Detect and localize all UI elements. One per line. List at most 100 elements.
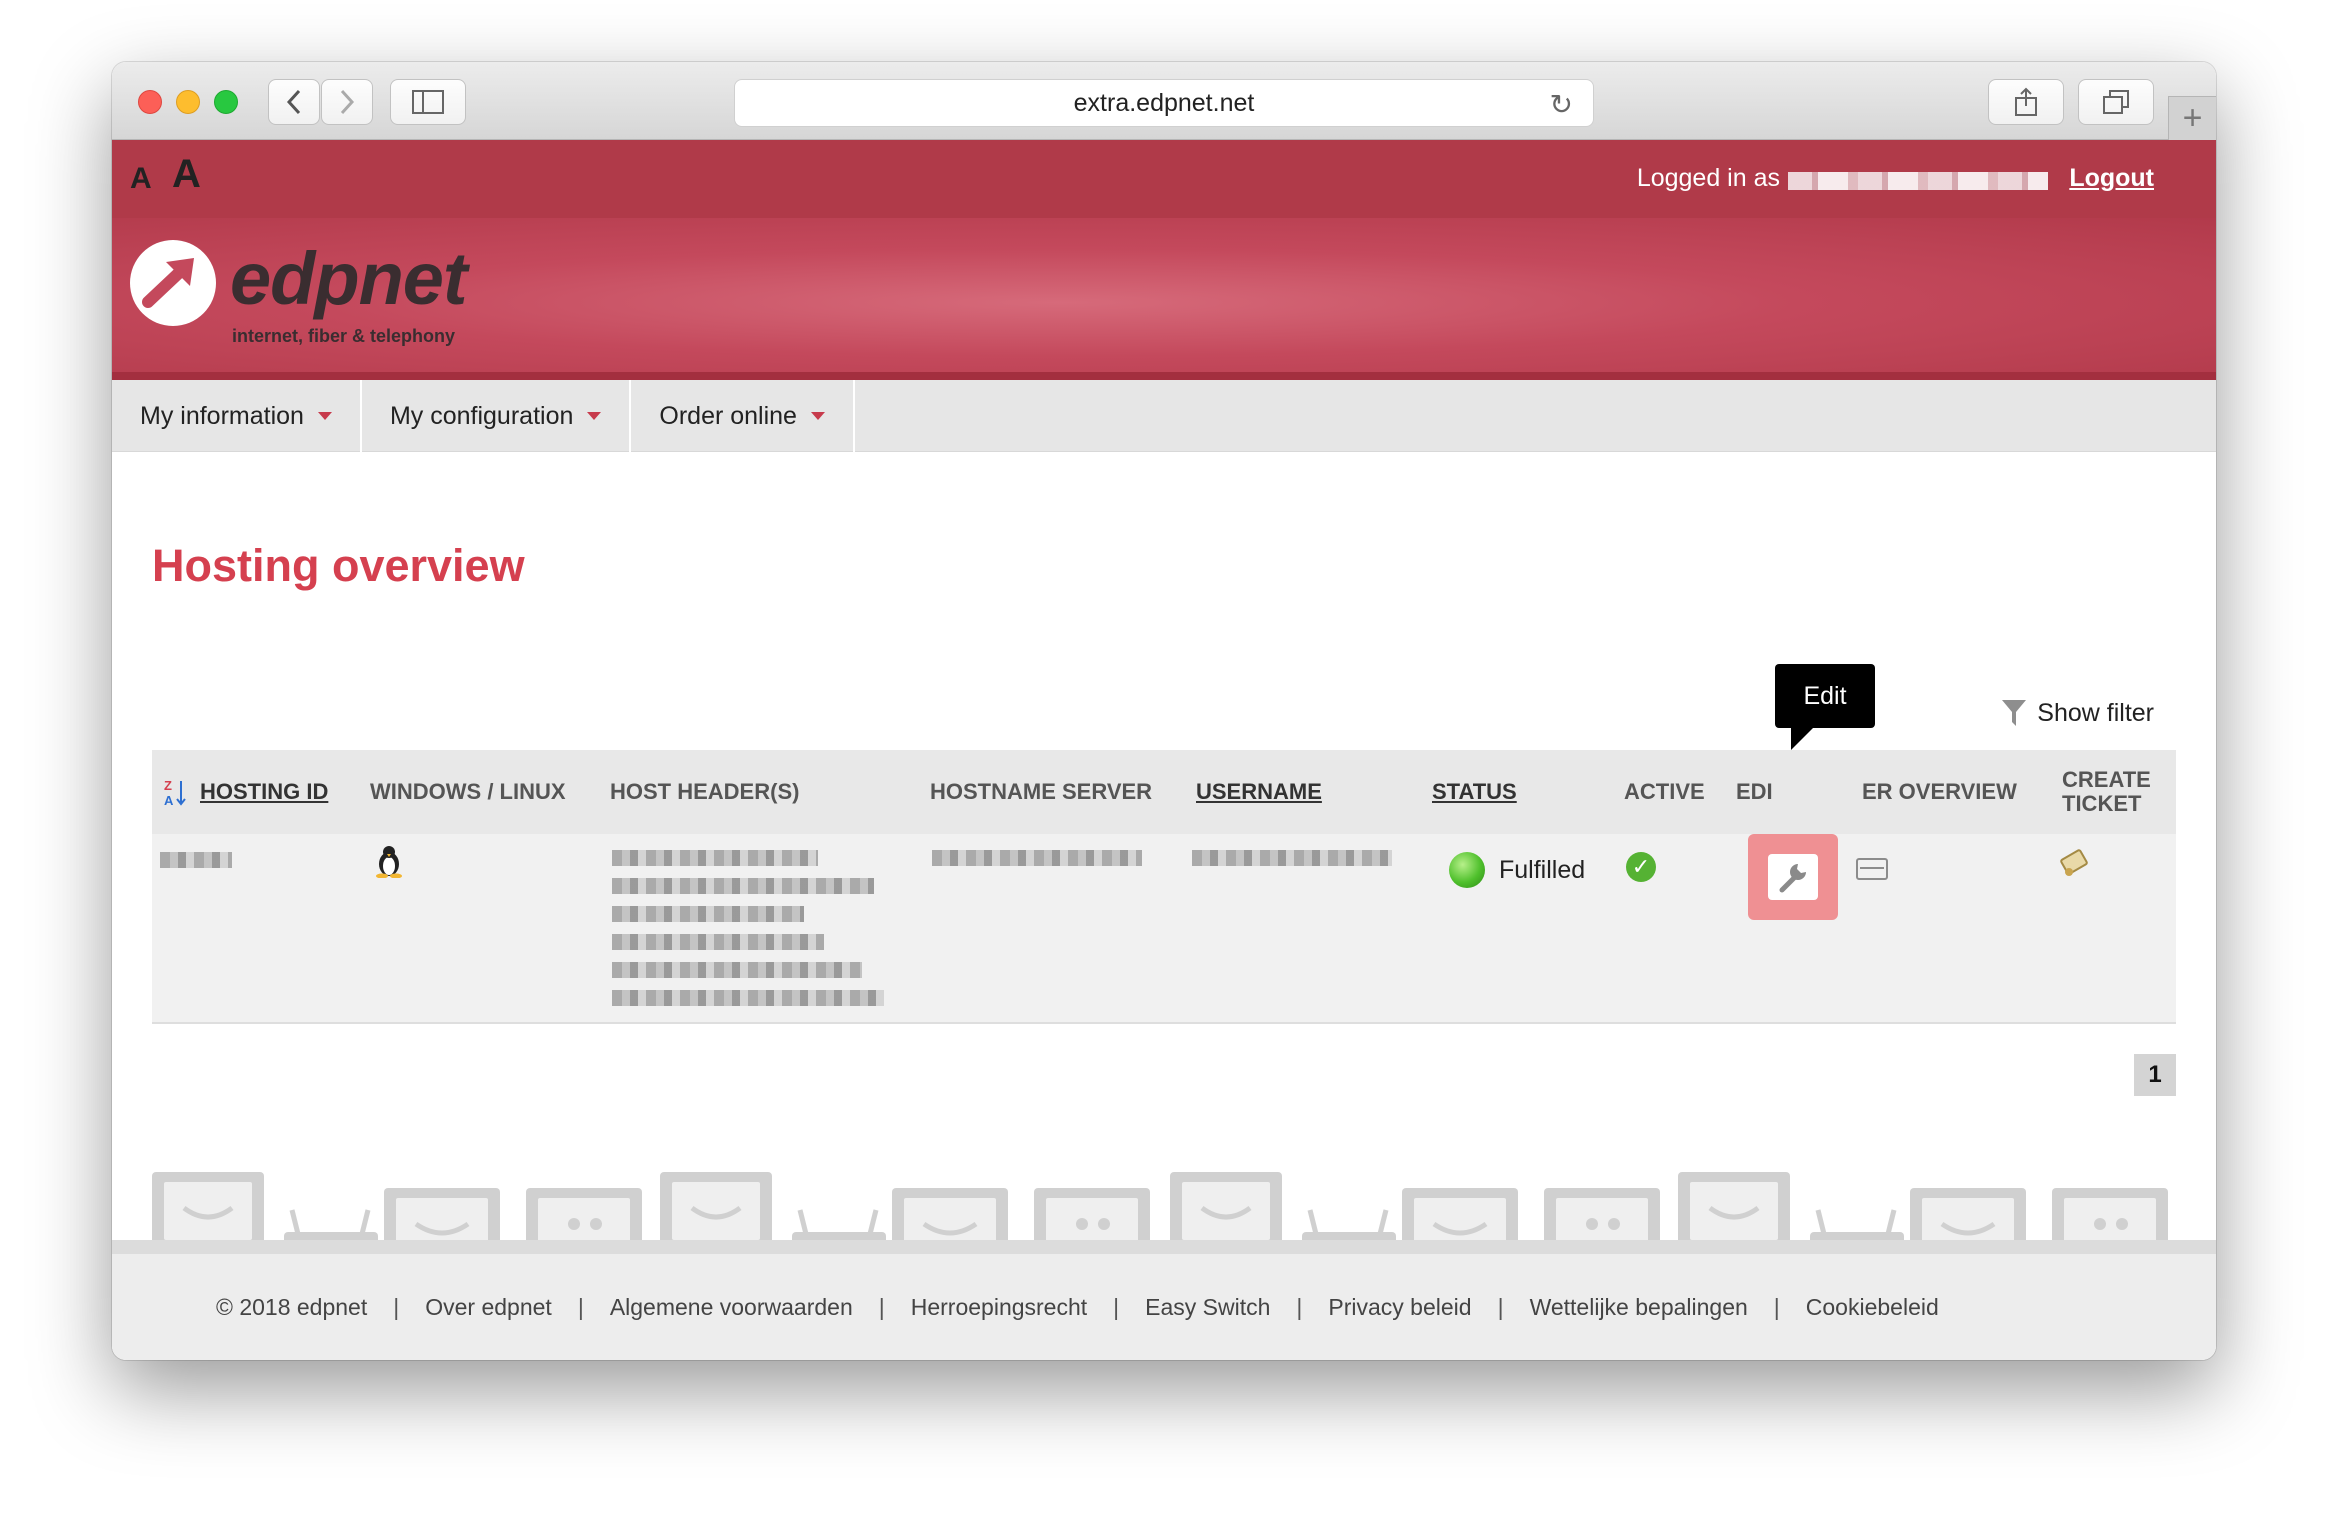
- nav-my-information[interactable]: My information: [112, 380, 362, 452]
- sidebar-icon: [412, 90, 444, 114]
- footer-link-herroepingsrecht[interactable]: Herroepingsrecht: [911, 1294, 1087, 1321]
- chevron-right-icon: [340, 89, 355, 115]
- browser-toolbar: extra.edpnet.net ↻ +: [112, 62, 2216, 140]
- top-bar: A A Logged in as Logout: [112, 140, 2216, 218]
- wrench-icon: [1779, 864, 1806, 893]
- address-bar[interactable]: extra.edpnet.net ↻: [734, 79, 1594, 127]
- sort-az-icon[interactable]: ZA: [164, 750, 186, 834]
- page-title: Hosting overview: [152, 540, 525, 591]
- edpnet-logo-icon: [130, 240, 216, 326]
- hostname-server-redacted: [932, 850, 1142, 866]
- column-header-username[interactable]: USERNAME: [1196, 750, 1322, 834]
- browser-window: extra.edpnet.net ↻ + A A Logged in as Lo…: [112, 62, 2216, 1360]
- back-button[interactable]: [268, 79, 320, 125]
- show-filter-button[interactable]: Show filter: [2001, 698, 2154, 728]
- main-nav: My information My configuration Order on…: [112, 380, 2216, 452]
- status-green-icon: [1449, 852, 1485, 888]
- pagination-page-1[interactable]: 1: [2134, 1054, 2176, 1096]
- brand-logo[interactable]: edpnet: [230, 236, 468, 321]
- footer-link-algemene-voorwaarden[interactable]: Algemene voorwaarden: [610, 1294, 853, 1321]
- header-banner: edpnet internet, fiber & telephony: [112, 218, 2216, 380]
- new-tab-button[interactable]: +: [2168, 96, 2216, 140]
- hosting-table: ZA HOSTING ID WINDOWS / LINUX HOST HEADE…: [152, 750, 2176, 1024]
- decrease-font-button[interactable]: A: [130, 162, 152, 196]
- host-header-redacted: [612, 850, 818, 866]
- host-header-redacted: [612, 962, 862, 978]
- caret-down-icon: [810, 412, 825, 420]
- server-overview-icon[interactable]: [1856, 858, 1888, 880]
- column-header-windows-linux: WINDOWS / LINUX: [370, 779, 566, 804]
- show-filter-label: Show filter: [2037, 698, 2154, 727]
- column-header-active: ACTIVE: [1624, 779, 1705, 804]
- footer-separator: |: [393, 1293, 400, 1320]
- nav-label: My configuration: [389, 401, 574, 430]
- sidebar-toggle-button[interactable]: [390, 79, 466, 125]
- logged-in-username-redacted: [1788, 172, 2048, 190]
- share-icon: [2015, 87, 2037, 116]
- brand-name-part: net: [358, 237, 468, 320]
- footer-link-over-edpnet[interactable]: Over edpnet: [425, 1294, 552, 1321]
- logout-link[interactable]: Logout: [2069, 164, 2154, 193]
- column-header-host-headers: HOST HEADER(S): [610, 779, 800, 804]
- footer-link-wettelijke-bepalingen[interactable]: Wettelijke bepalingen: [1530, 1294, 1748, 1321]
- table-row: Fulfilled ✓: [152, 834, 2176, 1024]
- footer-link-easy-switch[interactable]: Easy Switch: [1145, 1294, 1270, 1321]
- footer-copyright: © 2018 edpnet: [216, 1293, 368, 1320]
- edit-tooltip: Edit: [1775, 664, 1875, 750]
- svg-text:Z: Z: [164, 778, 172, 793]
- footer: © 2018 edpnet | Over edpnet | Algemene v…: [112, 1254, 2216, 1360]
- reload-icon[interactable]: ↻: [1550, 88, 1573, 121]
- column-header-status[interactable]: STATUS: [1432, 750, 1517, 834]
- footer-separator: |: [577, 1293, 584, 1320]
- logged-in-label: Logged in as: [1636, 164, 1780, 192]
- caret-down-icon: [587, 412, 602, 420]
- username-redacted: [1192, 850, 1392, 866]
- share-button[interactable]: [1988, 79, 2064, 125]
- linux-icon: [374, 844, 404, 883]
- column-header-hosting-id[interactable]: HOSTING ID: [200, 750, 328, 834]
- page-content: A A Logged in as Logout edpnet internet,…: [112, 140, 2216, 1360]
- svg-text:A: A: [164, 793, 174, 807]
- host-header-redacted: [612, 990, 884, 1006]
- hosting-id-redacted: [160, 852, 232, 868]
- caret-down-icon: [317, 412, 332, 420]
- column-header-server-overview: ER OVERVIEW: [1862, 779, 2017, 804]
- footer-separator: |: [1296, 1293, 1303, 1320]
- tabs-icon: [2103, 90, 2129, 114]
- host-header-redacted: [612, 878, 874, 894]
- nav-label: Order online: [659, 401, 797, 430]
- footer-separator: |: [1113, 1293, 1120, 1320]
- create-ticket-icon[interactable]: [2057, 848, 2093, 885]
- footer-link-cookiebeleid[interactable]: Cookiebeleid: [1806, 1294, 1939, 1321]
- table-header: ZA HOSTING ID WINDOWS / LINUX HOST HEADE…: [152, 750, 2176, 834]
- forward-button[interactable]: [321, 79, 373, 125]
- column-header-create-ticket-line1: CREATE: [2062, 767, 2151, 792]
- host-header-redacted: [612, 934, 824, 950]
- active-check-icon: ✓: [1626, 852, 1656, 882]
- status-text: Fulfilled: [1499, 856, 1586, 884]
- funnel-icon: [2002, 700, 2027, 726]
- nav-my-configuration[interactable]: My configuration: [362, 380, 632, 452]
- edit-button[interactable]: [1768, 854, 1818, 900]
- column-header-hostname-server: HOSTNAME SERVER: [930, 779, 1153, 804]
- brand-name-part: edp: [230, 237, 360, 320]
- tabs-overview-button[interactable]: [2078, 79, 2154, 125]
- footer-separator: |: [1497, 1293, 1504, 1320]
- brand-tagline: internet, fiber & telephony: [232, 326, 456, 346]
- nav-label: My information: [140, 401, 304, 430]
- column-header-create-ticket: CREATE TICKET: [2062, 750, 2151, 834]
- edit-button-highlight[interactable]: [1748, 834, 1838, 920]
- url-text: extra.edpnet.net: [1073, 88, 1255, 117]
- nav-order-online[interactable]: Order online: [631, 380, 855, 452]
- close-window-button[interactable]: [138, 90, 162, 114]
- column-header-create-ticket-line2: TICKET: [2062, 791, 2142, 816]
- footer-link-privacy-beleid[interactable]: Privacy beleid: [1328, 1294, 1471, 1321]
- increase-font-button[interactable]: A: [172, 152, 201, 197]
- chevron-left-icon: [286, 89, 301, 115]
- host-header-redacted: [612, 906, 804, 922]
- column-header-edit: EDI: [1736, 779, 1773, 804]
- footer-separator: |: [878, 1293, 885, 1320]
- footer-separator: |: [1773, 1293, 1780, 1320]
- zoom-window-button[interactable]: [214, 90, 238, 114]
- minimize-window-button[interactable]: [176, 90, 200, 114]
